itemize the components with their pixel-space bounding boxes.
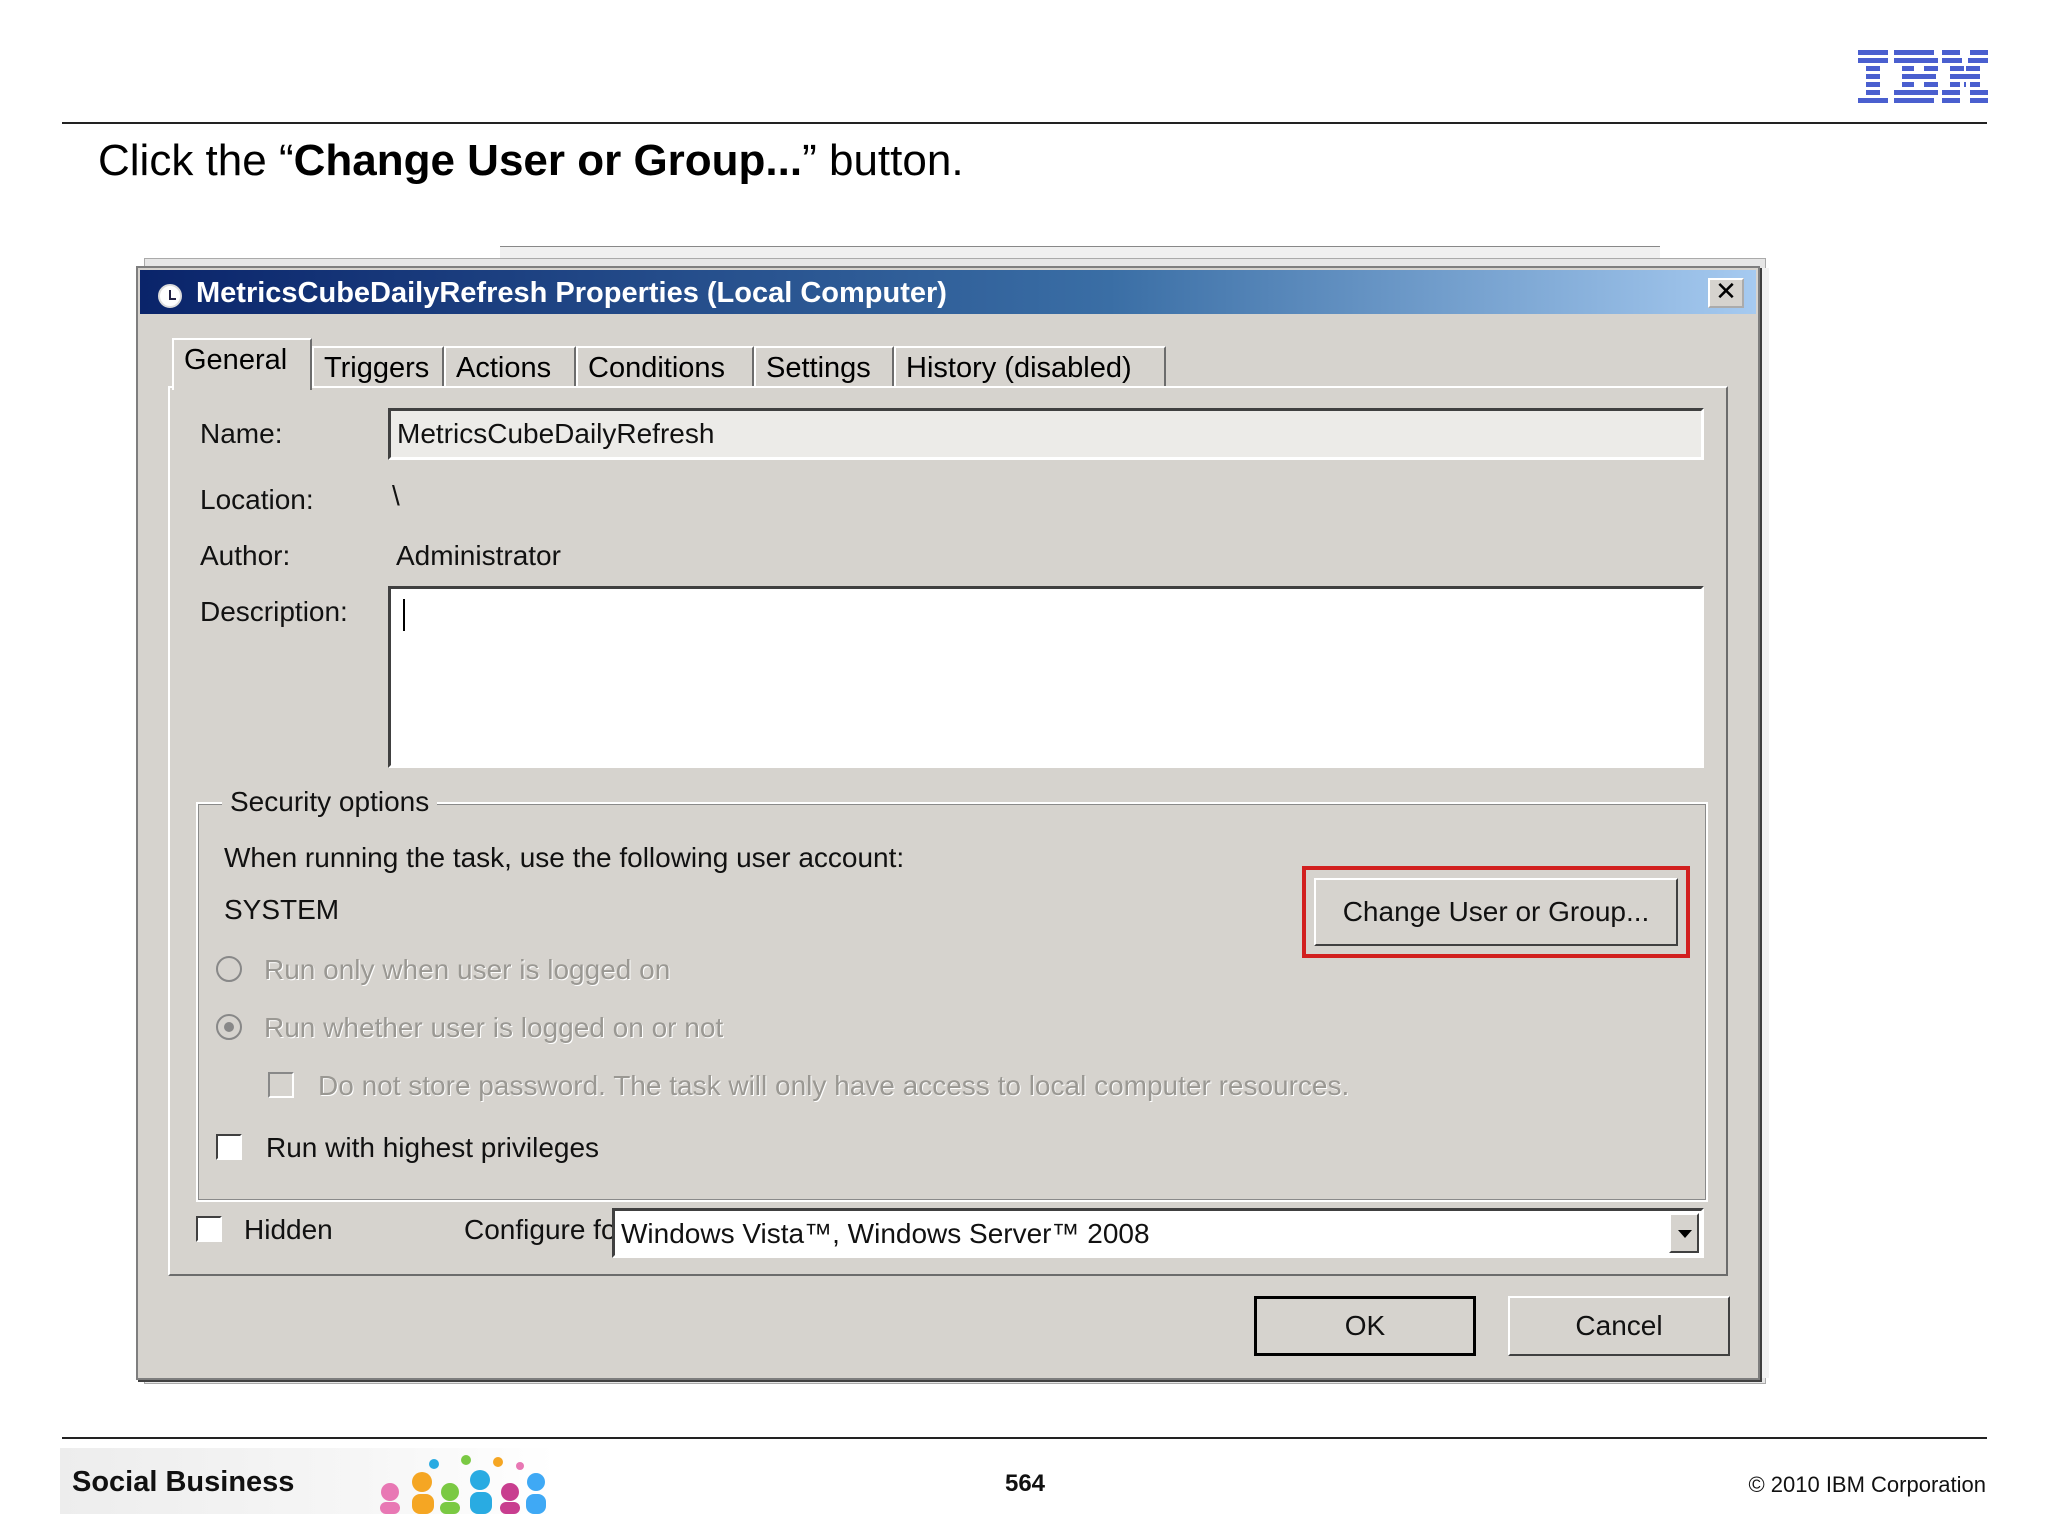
account-name: SYSTEM <box>224 894 340 925</box>
checkbox-highest-privileges[interactable] <box>216 1134 242 1160</box>
tab-triggers[interactable]: Triggers <box>312 346 444 388</box>
ok-button[interactable]: OK <box>1254 1296 1476 1356</box>
social-business-banner: Social Business <box>60 1448 556 1514</box>
instruction-text: Click the “Change User or Group...” butt… <box>98 136 964 185</box>
location-value: \ <box>392 480 400 511</box>
tab-actions[interactable]: Actions <box>444 346 576 388</box>
dialog-titlebar[interactable]: MetricsCubeDailyRefresh Properties (Loca… <box>140 270 1756 314</box>
radio-run-logged-on-label: Run only when user is logged on <box>264 954 671 985</box>
text-caret <box>403 599 405 631</box>
description-field[interactable] <box>388 586 1704 768</box>
name-field[interactable]: MetricsCubeDailyRefresh <box>388 408 1704 460</box>
change-user-or-group-button[interactable]: Change User or Group... <box>1314 878 1678 946</box>
radio-run-logged-on[interactable] <box>216 956 242 982</box>
security-options-legend: Security options <box>222 786 438 818</box>
author-value: Administrator <box>396 540 561 571</box>
tab-settings[interactable]: Settings <box>754 346 894 388</box>
author-label: Author: <box>200 540 291 571</box>
people-graphic-icon <box>380 1455 546 1514</box>
description-label: Description: <box>200 596 348 627</box>
tab-general[interactable]: General <box>172 338 312 390</box>
configure-for-label: Configure for: <box>464 1214 634 1245</box>
checkbox-no-store-password[interactable] <box>268 1072 294 1098</box>
footer-brand: Social Business <box>72 1466 295 1498</box>
no-store-password-label: Do not store password. The task will onl… <box>318 1070 1350 1101</box>
highest-privileges-label: Run with highest privileges <box>266 1132 600 1163</box>
footer-rule <box>62 1437 1987 1439</box>
task-properties-dialog: MetricsCubeDailyRefresh Properties (Loca… <box>136 266 1760 1380</box>
name-label: Name: <box>200 418 283 449</box>
configure-for-select[interactable]: Windows Vista™, Windows Server™ 2008 <box>612 1208 1704 1258</box>
configure-for-value: Windows Vista™, Windows Server™ 2008 <box>621 1218 1150 1249</box>
clock-icon <box>158 284 182 308</box>
location-label: Location: <box>200 484 314 515</box>
chevron-down-icon[interactable] <box>1669 1213 1699 1253</box>
dialog-title: MetricsCubeDailyRefresh Properties (Loca… <box>196 277 947 309</box>
close-button[interactable]: ✕ <box>1708 278 1744 308</box>
page-number: 564 <box>1004 1470 1046 1497</box>
checkbox-hidden[interactable] <box>196 1216 222 1242</box>
hidden-label: Hidden <box>244 1214 333 1245</box>
radio-run-whether[interactable] <box>216 1014 242 1040</box>
tab-conditions[interactable]: Conditions <box>576 346 754 388</box>
name-value: MetricsCubeDailyRefresh <box>397 418 715 449</box>
copyright-text: © 2010 IBM Corporation <box>1748 1472 1986 1497</box>
radio-run-whether-label: Run whether user is logged on or not <box>264 1012 724 1043</box>
header-rule <box>62 122 1987 124</box>
cancel-button[interactable]: Cancel <box>1508 1296 1730 1356</box>
instruction-target: Change User or Group... <box>293 136 803 185</box>
ibm-logo <box>1858 50 1988 103</box>
account-prompt: When running the task, use the following… <box>224 842 905 873</box>
tab-history[interactable]: History (disabled) <box>894 346 1166 388</box>
